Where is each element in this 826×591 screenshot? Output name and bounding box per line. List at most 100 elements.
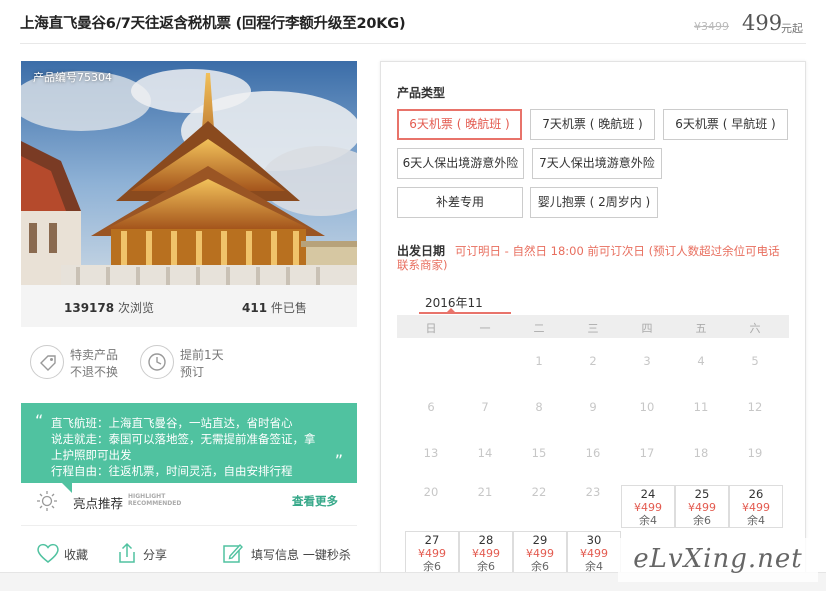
calendar-day: 20 — [404, 485, 458, 499]
feature-line1: 特卖产品 — [70, 348, 119, 362]
tag-icon — [30, 345, 64, 379]
day-price: ¥499 — [688, 501, 716, 514]
type-option-6day-insurance[interactable]: 6天人保出境游意外险 — [397, 148, 524, 179]
calendar-day: 23 — [566, 485, 620, 499]
day-remaining: 余4 — [639, 514, 657, 527]
day-number: 26 — [748, 487, 764, 501]
recommendation-line: 上护照即可出发 — [51, 448, 132, 462]
product-type-title: 产品类型 — [397, 86, 446, 100]
day-remaining: 余4 — [747, 514, 765, 527]
divider — [21, 525, 357, 526]
recommendation-line: 说走就走：泰国可以落地签，无需提前准备签证，拿 — [51, 432, 316, 446]
calendar-day-available[interactable]: 27 ¥499 余6 — [405, 531, 459, 574]
calendar-day: 8 — [512, 400, 566, 414]
calendar-day-available[interactable]: 25 ¥499 余6 — [675, 485, 729, 528]
departure-date-section: 出发日期 可订明日 - 自然日 18:00 前可订次日 (预订人数超过余位可电话联… — [397, 244, 789, 272]
weekday-label: 日 — [425, 322, 437, 335]
calendar-day: 14 — [458, 446, 512, 460]
calendar-day-available[interactable]: 29 ¥499 余6 — [513, 531, 567, 574]
calendar-day: 3 — [620, 354, 674, 368]
day-number: 30 — [586, 533, 602, 547]
calendar-day: 10 — [620, 400, 674, 414]
calendar-day: 1 — [512, 354, 566, 368]
day-number: 15 — [531, 446, 547, 460]
day-number: 1 — [535, 354, 543, 368]
product-number: 产品编号75304 — [33, 71, 112, 84]
calendar-day: 2 — [566, 354, 620, 368]
type-option-6day-late[interactable]: 6天机票 ( 晚航班 ) — [397, 109, 522, 140]
month-underline — [419, 312, 511, 314]
view-more-link[interactable]: 查看更多 — [292, 493, 338, 509]
calendar-day: 19 — [728, 446, 782, 460]
day-price: ¥499 — [634, 501, 662, 514]
original-price: ¥3499 — [694, 20, 729, 33]
type-option-infant[interactable]: 婴儿抱票 ( 2周岁内 ) — [530, 187, 658, 218]
day-number: 12 — [747, 400, 763, 414]
day-number: 11 — [693, 400, 709, 414]
calendar-day-available[interactable]: 28 ¥499 余6 — [459, 531, 513, 574]
day-number: 14 — [477, 446, 493, 460]
highlight-en-line2: RECOMMENDED — [128, 500, 182, 507]
day-price: ¥499 — [418, 547, 446, 560]
day-number: 7 — [481, 400, 489, 414]
views-count: 139178 — [64, 301, 115, 315]
fill-info-label: 填写信息 一键秒杀 — [251, 548, 351, 562]
day-number: 2 — [589, 354, 597, 368]
booking-panel: 产品类型 6天机票 ( 晚航班 ) 7天机票 ( 晚航班 ) 6天机票 ( 早航… — [380, 61, 806, 591]
clock-icon — [140, 345, 174, 379]
day-price: ¥499 — [580, 547, 608, 560]
calendar-day: 11 — [674, 400, 728, 414]
calendar-day: 13 — [404, 446, 458, 460]
recommendation-line: 直飞航班：上海直飞曼谷，一站直达，省时省心 — [51, 416, 293, 430]
calendar-day-available[interactable]: 30 ¥499 余4 — [567, 531, 621, 574]
weekday-label: 六 — [749, 322, 761, 335]
highlight-en-line1: HIGHLIGHT — [128, 493, 166, 500]
recommendation-line: 行程自由：往返机票，时间灵活，自由安排行程 — [51, 464, 293, 478]
day-price: ¥499 — [742, 501, 770, 514]
day-price: ¥499 — [526, 547, 554, 560]
type-option-6day-early[interactable]: 6天机票 ( 早航班 ) — [663, 109, 788, 140]
type-option-7day-late[interactable]: 7天机票 ( 晚航班 ) — [530, 109, 655, 140]
day-number: 8 — [535, 400, 543, 414]
departure-date-title: 出发日期 — [397, 244, 446, 258]
weekday-label: 五 — [695, 322, 707, 335]
day-number: 10 — [639, 400, 655, 414]
calendar-day-available[interactable]: 24 ¥499 余4 — [621, 485, 675, 528]
feature-line2: 预订 — [180, 365, 205, 379]
day-number: 29 — [532, 533, 548, 547]
type-option-7day-insurance[interactable]: 7天人保出境游意外险 — [532, 148, 662, 179]
day-number: 23 — [585, 485, 601, 499]
day-number: 22 — [531, 485, 547, 499]
product-photo[interactable]: 产品编号75304 — [21, 61, 357, 285]
edit-icon — [223, 543, 243, 563]
day-number: 6 — [427, 400, 435, 414]
calendar-day-available[interactable]: 26 ¥499 余4 — [729, 485, 783, 528]
weekday-label: 四 — [641, 322, 653, 335]
day-number: 9 — [589, 400, 597, 414]
calendar-day: 18 — [674, 446, 728, 460]
calendar-day: 9 — [566, 400, 620, 414]
calendar-day: 4 — [674, 354, 728, 368]
day-number: 25 — [694, 487, 710, 501]
calendar-day: 16 — [566, 446, 620, 460]
current-price: 499 — [742, 11, 783, 35]
departure-date-note: 可订明日 - 自然日 18:00 前可订次日 (预订人数超过余位可电话联系商家) — [397, 244, 780, 272]
header-divider — [20, 43, 806, 44]
day-number: 4 — [697, 354, 705, 368]
day-remaining: 余6 — [693, 514, 711, 527]
type-option-supplement[interactable]: 补差专用 — [397, 187, 523, 218]
highlight-row: 亮点推荐 HIGHLIGHT RECOMMENDED 查看更多 — [36, 490, 357, 512]
sold-label: 件已售 — [270, 301, 307, 315]
day-number: 27 — [424, 533, 440, 547]
day-number: 3 — [643, 354, 651, 368]
highlight-en-label: HIGHLIGHT RECOMMENDED — [128, 493, 181, 507]
day-number: 24 — [640, 487, 656, 501]
heart-icon — [37, 543, 59, 563]
views-stat: 139178 次浏览 — [64, 299, 154, 316]
day-price: ¥499 — [472, 547, 500, 560]
day-number: 17 — [639, 446, 655, 460]
day-number: 20 — [423, 485, 439, 499]
favorite-label: 收藏 — [64, 548, 89, 562]
weekday-label: 三 — [587, 322, 599, 335]
calendar-day: 6 — [404, 400, 458, 414]
